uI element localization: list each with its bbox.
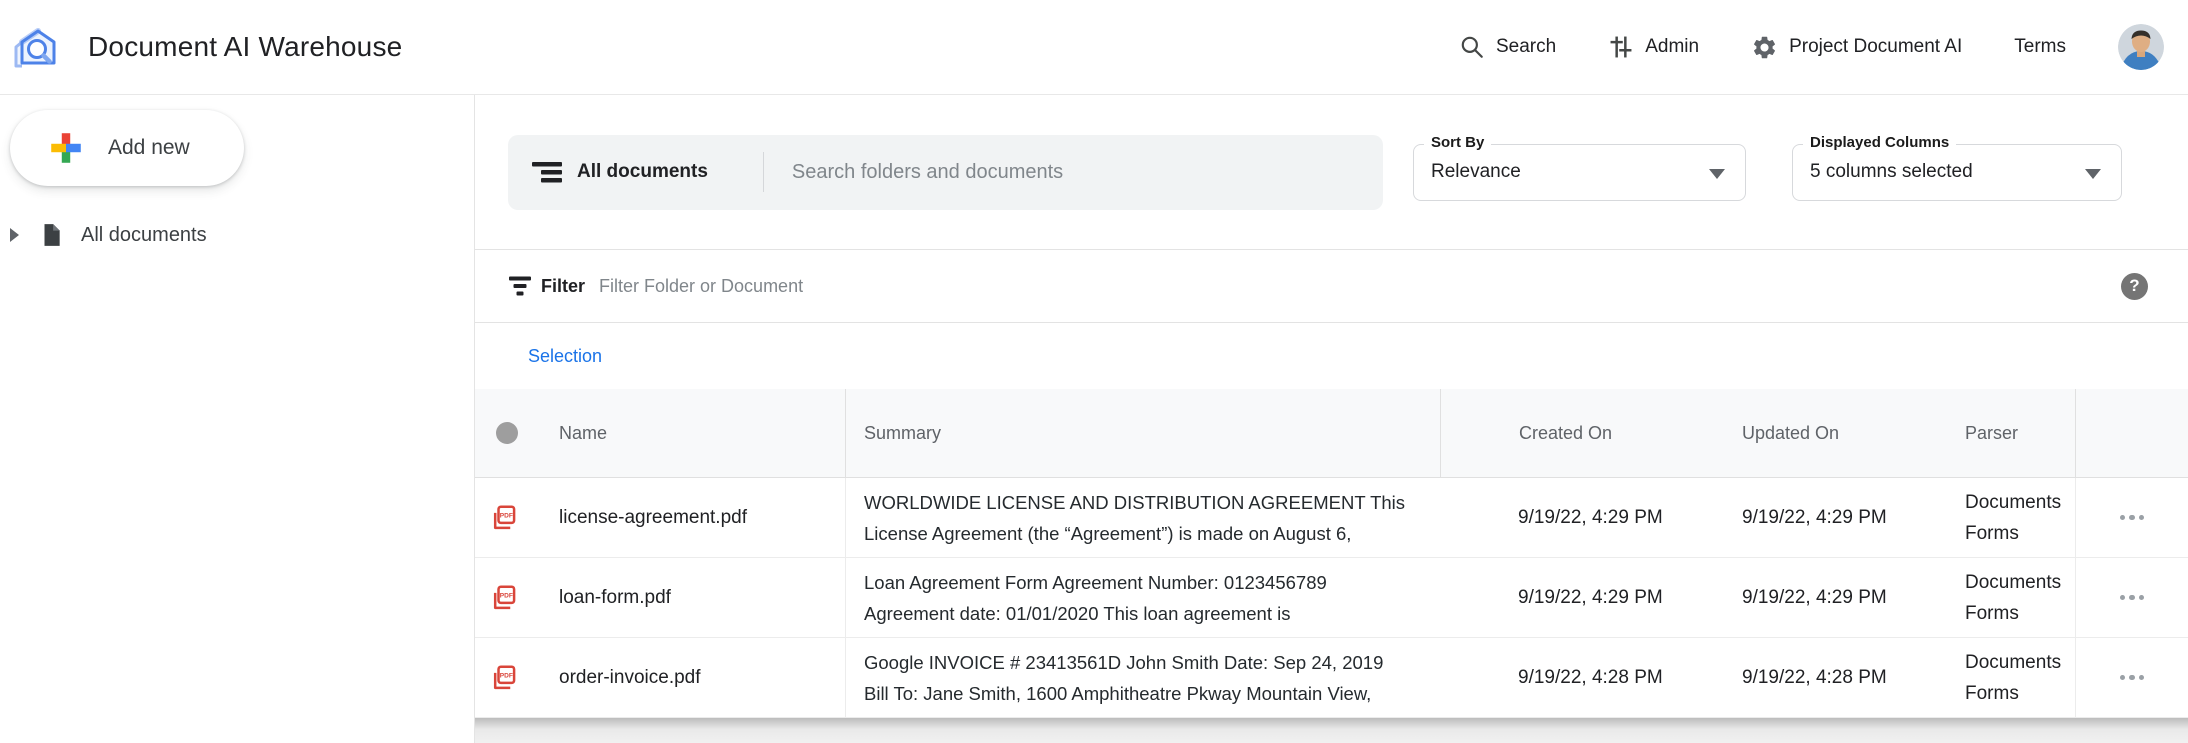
user-avatar[interactable] bbox=[2118, 24, 2164, 70]
row-menu-icon[interactable] bbox=[2112, 667, 2153, 689]
selection-link[interactable]: Selection bbox=[528, 346, 602, 367]
displayed-columns-value: 5 columns selected bbox=[1810, 161, 1973, 183]
updated-on-value: 9/19/22, 4:28 PM bbox=[1712, 667, 1936, 689]
content-area: Add new All documents bbox=[0, 95, 2188, 743]
sort-by-label: Sort By bbox=[1424, 134, 1491, 151]
page-background bbox=[475, 718, 2188, 743]
chevron-down-icon bbox=[2085, 169, 2101, 179]
pdf-file-icon: PDF bbox=[490, 504, 517, 531]
column-header-summary[interactable]: Summary bbox=[845, 389, 1440, 477]
displayed-columns-select[interactable]: Displayed Columns 5 columns selected bbox=[1792, 144, 2122, 201]
parser-value: Documents Forms bbox=[1936, 567, 2075, 629]
search-input[interactable] bbox=[792, 161, 1363, 184]
filter-label: Filter bbox=[541, 276, 585, 297]
main-panel: All documents Sort By Relevance Displaye… bbox=[475, 95, 2188, 743]
document-ai-warehouse-app: Document AI Warehouse Search Admin bbox=[0, 0, 2188, 743]
filter-bar: Filter ? bbox=[475, 249, 2188, 323]
updated-on-value: 9/19/22, 4:29 PM bbox=[1712, 507, 1936, 529]
search-icon bbox=[1459, 34, 1485, 60]
nav-terms[interactable]: Terms bbox=[2014, 36, 2066, 58]
tune-sliders-icon bbox=[1608, 34, 1634, 60]
add-new-label: Add new bbox=[108, 136, 190, 160]
created-on-value: 9/19/22, 4:29 PM bbox=[1440, 507, 1712, 529]
document-summary: Loan Agreement Form Agreement Number: 01… bbox=[864, 567, 1327, 629]
nav-project-document-ai[interactable]: Project Document AI bbox=[1751, 34, 1962, 61]
pdf-file-icon: PDF bbox=[490, 584, 517, 611]
help-icon[interactable]: ? bbox=[2121, 273, 2148, 300]
table-row-order-invoice[interactable]: PDF order-invoice.pdf Google INVOICE # 2… bbox=[475, 638, 2188, 718]
app-title: Document AI Warehouse bbox=[88, 31, 402, 63]
table-header-row: Name Summary Created On Updated On Parse… bbox=[475, 389, 2188, 478]
google-plus-icon bbox=[47, 129, 85, 167]
sort-by-select[interactable]: Sort By Relevance bbox=[1413, 144, 1746, 201]
nav-admin[interactable]: Admin bbox=[1608, 34, 1699, 60]
column-header-updated-on[interactable]: Updated On bbox=[1712, 423, 1936, 444]
app-logo-warehouse-icon bbox=[11, 22, 61, 72]
svg-text:PDF: PDF bbox=[500, 593, 513, 600]
column-header-created-on[interactable]: Created On bbox=[1440, 389, 1712, 477]
selection-row: Selection bbox=[475, 323, 2188, 389]
parser-value: Documents Forms bbox=[1936, 487, 2075, 549]
parser-value: Documents Forms bbox=[1936, 647, 2075, 709]
document-name[interactable]: order-invoice.pdf bbox=[545, 667, 845, 689]
gear-icon bbox=[1751, 34, 1778, 61]
created-on-value: 9/19/22, 4:29 PM bbox=[1440, 587, 1712, 609]
chevron-down-icon bbox=[1709, 169, 1725, 179]
select-all-checkbox[interactable] bbox=[496, 422, 518, 444]
document-summary: WORLDWIDE LICENSE AND DISTRIBUTION AGREE… bbox=[864, 487, 1405, 549]
nav-search[interactable]: Search bbox=[1459, 34, 1556, 60]
updated-on-value: 9/19/22, 4:29 PM bbox=[1712, 587, 1936, 609]
sidebar-item-all-documents[interactable]: All documents bbox=[0, 222, 474, 248]
document-icon bbox=[38, 222, 64, 248]
row-menu-icon[interactable] bbox=[2112, 587, 2153, 609]
document-name[interactable]: loan-form.pdf bbox=[545, 587, 845, 609]
sidebar: Add new All documents bbox=[0, 95, 475, 743]
scope-tab-label: All documents bbox=[577, 161, 708, 183]
table-row-license-agreement[interactable]: PDF license-agreement.pdf WORLDWIDE LICE… bbox=[475, 478, 2188, 558]
column-header-name[interactable]: Name bbox=[545, 423, 845, 444]
created-on-value: 9/19/22, 4:28 PM bbox=[1440, 667, 1712, 689]
sidebar-item-label: All documents bbox=[81, 224, 207, 247]
document-name[interactable]: license-agreement.pdf bbox=[545, 507, 845, 529]
svg-text:PDF: PDF bbox=[500, 673, 513, 680]
list-lines-icon bbox=[532, 160, 562, 185]
scope-tab-all-documents[interactable]: All documents bbox=[532, 160, 708, 185]
filter-lines-icon bbox=[508, 275, 532, 297]
pdf-file-icon: PDF bbox=[490, 664, 517, 691]
chevron-right-icon[interactable] bbox=[10, 228, 19, 242]
table-row-loan-form[interactable]: PDF loan-form.pdf Loan Agreement Form Ag… bbox=[475, 558, 2188, 638]
sort-by-value: Relevance bbox=[1431, 161, 1521, 183]
svg-text:PDF: PDF bbox=[500, 513, 513, 520]
search-divider bbox=[763, 152, 764, 192]
column-header-parser[interactable]: Parser bbox=[1936, 418, 2075, 449]
row-menu-icon[interactable] bbox=[2112, 507, 2153, 529]
search-toolbar: All documents Sort By Relevance Displaye… bbox=[475, 95, 2188, 249]
search-bar: All documents bbox=[508, 135, 1383, 210]
add-new-button[interactable]: Add new bbox=[10, 110, 244, 186]
document-summary: Google INVOICE # 23413561D John Smith Da… bbox=[864, 647, 1383, 709]
filter-input[interactable] bbox=[599, 276, 2121, 297]
top-navigation: Search Admin Project Document AI Terms bbox=[1459, 24, 2164, 70]
top-header: Document AI Warehouse Search Admin bbox=[0, 0, 2188, 95]
displayed-columns-label: Displayed Columns bbox=[1803, 134, 1956, 151]
